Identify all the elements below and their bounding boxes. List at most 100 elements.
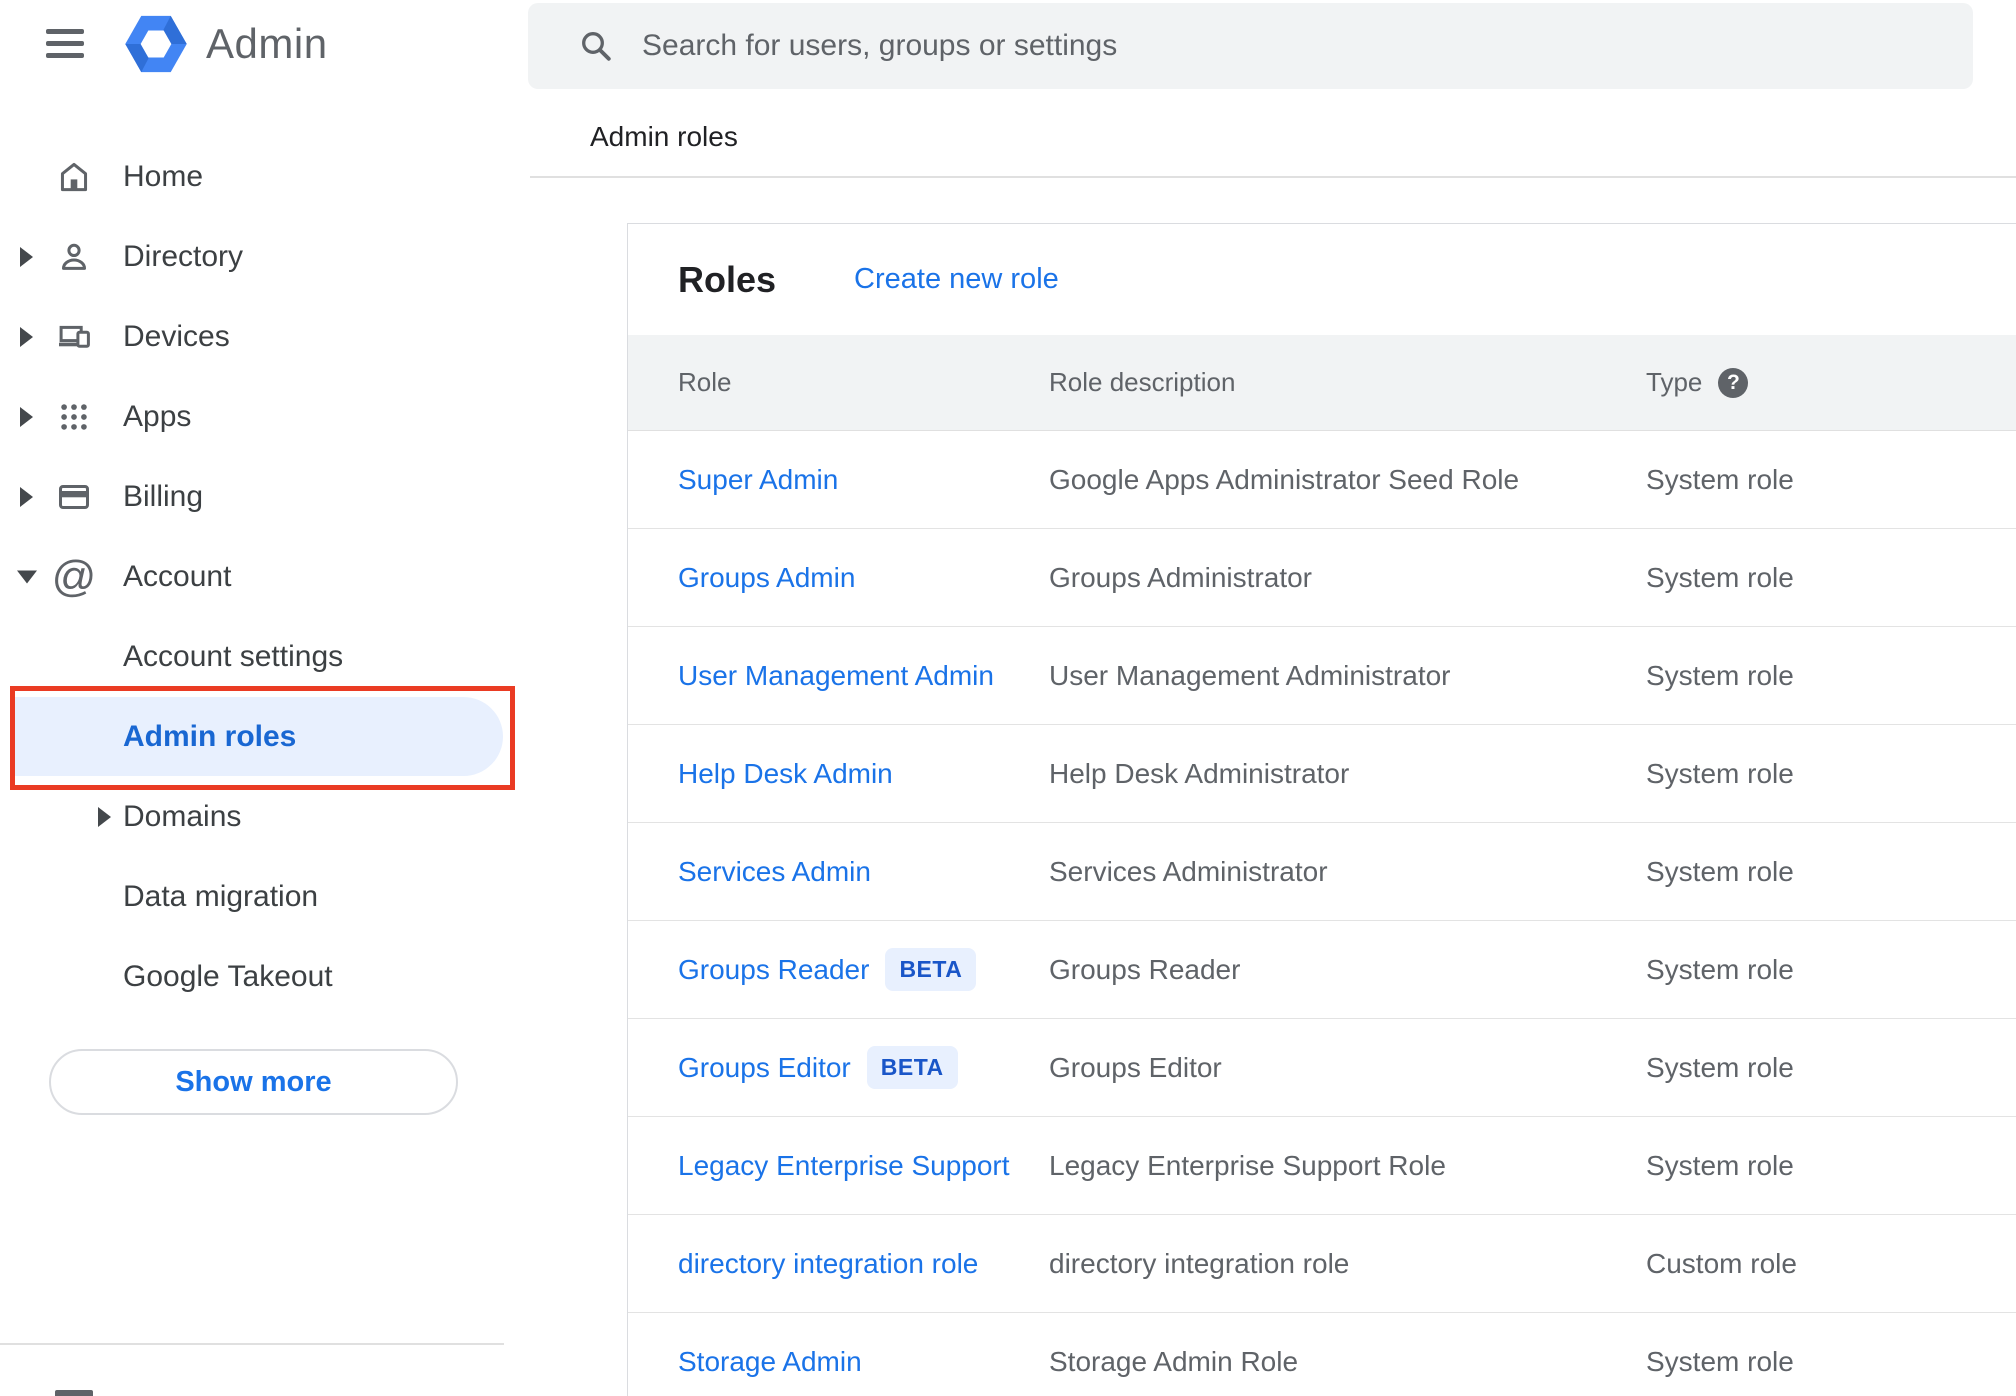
role-link[interactable]: Storage Admin [678, 1346, 862, 1378]
role-description: Legacy Enterprise Support Role [1049, 1149, 1446, 1181]
sidebar-item-account-settings[interactable]: Account settings [0, 617, 530, 697]
sidebar-item-label: Apps [123, 400, 192, 433]
table-row: User Management Admin User Management Adm… [628, 627, 2016, 725]
at-glyph: @ [51, 552, 97, 601]
table-row: directory integration role directory inte… [628, 1215, 2016, 1313]
app-title: Admin [206, 20, 328, 67]
role-link[interactable]: Help Desk Admin [678, 758, 893, 790]
role-link[interactable]: Super Admin [678, 464, 838, 496]
at-icon: @ [52, 555, 97, 599]
role-link[interactable]: Groups Editor [678, 1052, 851, 1084]
sidebar-item-billing[interactable]: Billing [0, 457, 530, 537]
sidebar-item-devices[interactable]: Devices [0, 297, 530, 377]
roles-panel: Roles Create new role Role Role descript… [627, 223, 2016, 1396]
expand-arrow-icon[interactable] [20, 247, 33, 267]
role-type: System role [1646, 463, 1794, 495]
sidebar-item-label: Data migration [123, 880, 319, 913]
table-row: Services Admin Services Administrator Syst… [628, 823, 2016, 921]
role-type: System role [1646, 659, 1794, 691]
table-row: Groups Admin Groups Administrator System r… [628, 529, 2016, 627]
role-type: System role [1646, 561, 1794, 593]
search-input[interactable] [642, 29, 1842, 63]
expand-arrow-icon[interactable] [98, 807, 111, 827]
sidebar-item-admin-roles[interactable]: Admin roles [0, 686, 530, 790]
person-icon [56, 239, 92, 275]
roles-title: Roles [678, 258, 777, 300]
sidebar-item-label: Devices [123, 320, 230, 353]
table-row: Groups Reader BETA Groups Reader System rol… [628, 921, 2016, 1019]
role-link[interactable]: Services Admin [678, 856, 871, 888]
role-link[interactable]: Groups Admin [678, 562, 855, 594]
role-type: System role [1646, 757, 1794, 789]
type-help-icon[interactable]: ? [1718, 367, 1749, 398]
apps-grid-icon [56, 399, 92, 435]
sidebar-item-label: Google Takeout [123, 960, 333, 993]
sidebar: Home Directory Devices Apps Billing @ Account A… [0, 137, 530, 1017]
sidebar-item-label: Domains [123, 800, 242, 833]
role-type: System role [1646, 1149, 1794, 1181]
sidebar-item-directory[interactable]: Directory [0, 217, 530, 297]
sidebar-item-label: Account [123, 560, 232, 593]
beta-badge: BETA [885, 948, 977, 991]
table-row: Help Desk Admin Help Desk Administrator Sy… [628, 725, 2016, 823]
sidebar-item-google-takeout[interactable]: Google Takeout [0, 937, 530, 1017]
table-row: Super Admin Google Apps Administrator See… [628, 431, 2016, 529]
expand-arrow-icon[interactable] [20, 407, 33, 427]
create-new-role-link[interactable]: Create new role [854, 263, 1059, 296]
role-link[interactable]: User Management Admin [678, 660, 994, 692]
role-type: Custom role [1646, 1247, 1797, 1279]
column-type: Type [1646, 367, 1703, 397]
billing-card-icon [56, 479, 92, 515]
column-role: Role [678, 367, 732, 397]
sidebar-item-domains[interactable]: Domains [0, 777, 530, 857]
sidebar-item-label: Billing [123, 480, 204, 513]
menu-icon[interactable] [46, 29, 84, 59]
sidebar-divider [0, 1343, 504, 1345]
role-description: Groups Editor [1049, 1051, 1222, 1083]
collapse-arrow-icon[interactable] [17, 570, 37, 584]
header-divider [530, 176, 2016, 178]
role-type: System role [1646, 953, 1794, 985]
show-more-label: Show more [175, 1065, 332, 1098]
role-type: System role [1646, 1051, 1794, 1083]
beta-badge: BETA [866, 1046, 958, 1089]
sidebar-item-label: Admin roles [123, 720, 297, 753]
sidebar-item-label: Home [123, 160, 204, 193]
role-description: User Management Administrator [1049, 659, 1451, 691]
search-bar[interactable] [528, 3, 1973, 89]
roles-table-body: Super Admin Google Apps Administrator See… [628, 431, 2016, 1396]
admin-hexagon-icon [125, 15, 187, 73]
role-description: directory integration role [1049, 1247, 1350, 1279]
clipped-sidebar-icon [55, 1390, 93, 1396]
sidebar-item-data-migration[interactable]: Data migration [0, 857, 530, 937]
roles-table-header: Role Role description Type ? [628, 335, 2016, 431]
admin-logo: Admin [124, 11, 328, 77]
table-row: Legacy Enterprise Support Legacy Enterpri… [628, 1117, 2016, 1215]
role-link[interactable]: Groups Reader [678, 954, 869, 986]
role-description: Help Desk Administrator [1049, 757, 1350, 789]
column-role-description: Role description [1049, 367, 1236, 397]
search-icon [582, 32, 611, 61]
role-link[interactable]: Legacy Enterprise Support [678, 1150, 1010, 1182]
role-type: System role [1646, 1345, 1794, 1377]
home-icon [56, 159, 92, 195]
sidebar-item-label: Directory [123, 240, 244, 273]
role-description: Groups Administrator [1049, 561, 1312, 593]
table-row: Groups Editor BETA Groups Editor System rol… [628, 1019, 2016, 1117]
role-type: System role [1646, 855, 1794, 887]
sidebar-item-label: Account settings [123, 640, 344, 673]
sidebar-item-home[interactable]: Home [0, 137, 530, 217]
show-more-button[interactable]: Show more [49, 1049, 458, 1115]
devices-icon [56, 319, 92, 355]
role-description: Google Apps Administrator Seed Role [1049, 463, 1520, 495]
expand-arrow-icon[interactable] [20, 327, 33, 347]
sidebar-item-apps[interactable]: Apps [0, 377, 530, 457]
role-link[interactable]: directory integration role [678, 1248, 978, 1280]
role-description: Storage Admin Role [1049, 1345, 1299, 1377]
expand-arrow-icon[interactable] [20, 487, 33, 507]
table-row: Storage Admin Storage Admin Role System ro… [628, 1313, 2016, 1396]
role-description: Services Administrator [1049, 855, 1328, 887]
sidebar-item-account[interactable]: @ Account [0, 537, 530, 617]
role-description: Groups Reader [1049, 953, 1241, 985]
breadcrumb: Admin roles [590, 121, 738, 152]
